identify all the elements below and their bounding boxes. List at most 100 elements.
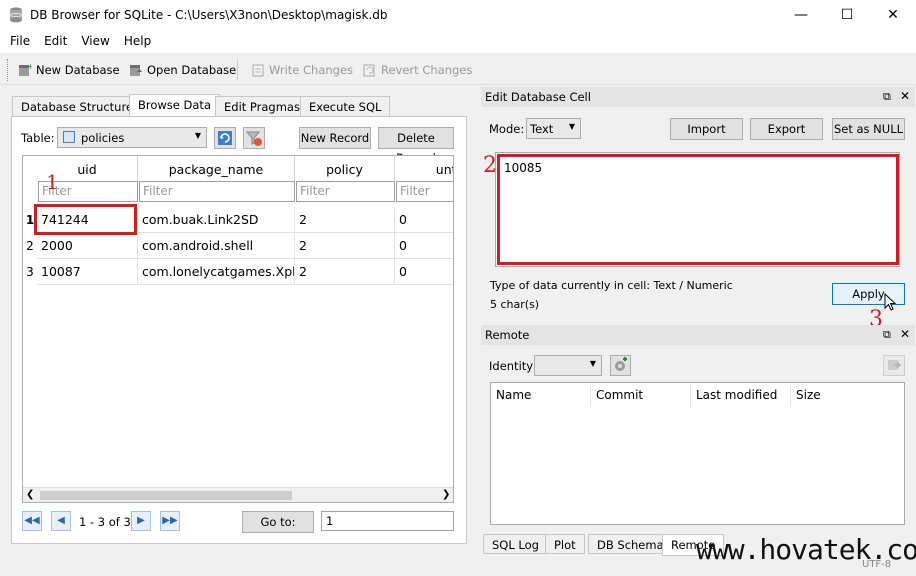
highlight-box-cell xyxy=(34,204,137,235)
import-button[interactable]: Import xyxy=(670,118,743,140)
highlight-box-editor xyxy=(497,154,899,265)
cell-package-name[interactable]: com.buak.Link2SD xyxy=(138,207,295,233)
menu-help[interactable]: Help xyxy=(117,31,158,51)
menu-view[interactable]: View xyxy=(74,31,116,51)
table-select-value: policies xyxy=(81,131,125,145)
cell-policy[interactable]: 2 xyxy=(295,233,395,259)
filter-package-name[interactable]: Filter xyxy=(139,181,295,202)
mode-select-value: Text xyxy=(530,122,554,136)
tab-sql-log[interactable]: SQL Log xyxy=(483,534,548,554)
mode-select[interactable]: Text ▼ xyxy=(526,118,581,139)
horizontal-scrollbar[interactable]: ❮ ❯ xyxy=(23,487,453,502)
delete-record-button[interactable]: Delete Record xyxy=(378,127,454,165)
maximize-button[interactable]: ☐ xyxy=(824,0,870,31)
tab-browse-data[interactable]: Browse Data xyxy=(129,94,220,117)
menu-bar: File Edit View Help xyxy=(0,31,916,53)
tab-edit-pragmas[interactable]: Edit Pragmas xyxy=(215,96,309,116)
size-info: 5 char(s) xyxy=(490,298,540,311)
cursor-icon xyxy=(884,292,898,313)
set-as-null-button[interactable]: Set as NULL xyxy=(832,118,905,140)
export-button[interactable]: Export xyxy=(750,118,823,140)
minimize-button[interactable]: — xyxy=(778,0,824,31)
close-icon[interactable]: ✕ xyxy=(900,327,910,341)
cell-until[interactable]: 0 xyxy=(395,259,453,285)
table-label: Table: xyxy=(21,131,55,145)
row-number[interactable]: 3 xyxy=(23,259,37,285)
close-icon[interactable]: ✕ xyxy=(900,89,910,103)
cell-policy[interactable]: 2 xyxy=(295,259,395,285)
scrollbar-thumb[interactable] xyxy=(40,491,292,500)
write-changes-button[interactable]: Write Changes xyxy=(269,59,353,81)
cell-editor-value: 10085 xyxy=(504,161,543,175)
identity-label: Identity xyxy=(489,359,534,373)
remote-column-last-modified[interactable]: Last modified xyxy=(696,388,777,402)
filter-until[interactable]: Filter xyxy=(396,181,453,202)
new-database-button[interactable]: New Database xyxy=(36,59,120,81)
menu-file[interactable]: File xyxy=(3,31,37,51)
prev-page-button[interactable]: ◀ xyxy=(51,511,71,531)
new-record-button[interactable]: New Record xyxy=(299,127,371,149)
edit-cell-header: Edit Database Cell xyxy=(481,87,915,107)
identity-settings-icon[interactable] xyxy=(610,355,631,376)
column-header-policy[interactable]: policy xyxy=(295,156,395,181)
refresh-icon[interactable] xyxy=(214,127,236,149)
last-page-button[interactable]: ▶▶ xyxy=(160,511,180,531)
pager-text: 1 - 3 of 3 xyxy=(79,515,131,529)
first-page-button[interactable]: ◀◀ xyxy=(22,511,42,531)
toolbar-separator xyxy=(237,60,238,80)
row-number[interactable]: 2 xyxy=(23,233,37,259)
clone-icon[interactable] xyxy=(883,355,905,376)
clear-filters-icon[interactable] xyxy=(243,127,265,149)
tab-db-schema[interactable]: DB Schema xyxy=(588,534,673,554)
remote-column-divider xyxy=(790,385,791,407)
tab-plot[interactable]: Plot xyxy=(545,534,585,554)
open-database-button[interactable]: Open Database xyxy=(147,59,236,81)
menu-edit[interactable]: Edit xyxy=(37,31,74,51)
type-info: Type of data currently in cell: Text / N… xyxy=(490,279,733,292)
cell-policy[interactable]: 2 xyxy=(295,207,395,233)
window-title: DB Browser for SQLite - C:\Users\X3non\D… xyxy=(30,8,388,22)
float-icon[interactable]: ⧉ xyxy=(883,328,891,342)
cell-package-name[interactable]: com.android.shell xyxy=(138,233,295,259)
watermark: www.hovatek.com xyxy=(696,533,916,566)
mode-label: Mode: xyxy=(489,122,525,136)
open-database-icon xyxy=(129,63,143,77)
remote-column-divider xyxy=(690,385,691,407)
new-database-icon: + xyxy=(18,62,34,77)
remote-column-divider xyxy=(590,385,591,407)
next-page-button[interactable]: ▶ xyxy=(131,511,151,531)
cell-until[interactable]: 0 xyxy=(395,207,453,233)
cell-until[interactable]: 0 xyxy=(395,233,453,259)
identity-select[interactable]: ▼ xyxy=(534,355,602,376)
close-button[interactable]: ✕ xyxy=(870,0,916,31)
table-select[interactable]: policies ▼ xyxy=(57,127,207,148)
remote-list[interactable]: Name Commit Last modified Size xyxy=(490,382,905,525)
remote-title: Remote xyxy=(485,328,530,342)
cell-uid[interactable]: 2000 xyxy=(37,233,138,259)
column-header-until[interactable]: unti xyxy=(395,156,453,181)
table-icon xyxy=(63,131,75,143)
scroll-right-icon[interactable]: ❯ xyxy=(442,489,450,500)
cell-uid[interactable]: 10087 xyxy=(37,259,138,285)
column-header-package-name[interactable]: package_name xyxy=(138,156,295,181)
revert-changes-button[interactable]: Revert Changes xyxy=(381,59,472,81)
chevron-down-icon: ▼ xyxy=(589,359,596,368)
edit-cell-title: Edit Database Cell xyxy=(485,90,591,104)
remote-header: Remote xyxy=(481,325,915,345)
float-icon[interactable]: ⧉ xyxy=(883,90,891,104)
chevron-down-icon: ▼ xyxy=(194,131,201,140)
write-changes-icon xyxy=(251,63,265,77)
goto-input[interactable]: 1 xyxy=(321,511,454,531)
goto-button[interactable]: Go to: xyxy=(242,511,314,533)
remote-column-name[interactable]: Name xyxy=(496,388,531,402)
chevron-down-icon: ▼ xyxy=(568,122,575,131)
remote-column-size[interactable]: Size xyxy=(796,388,821,402)
tab-database-structure[interactable]: Database Structure xyxy=(12,96,143,116)
revert-changes-icon xyxy=(362,63,376,77)
remote-column-commit[interactable]: Commit xyxy=(596,388,643,402)
tab-execute-sql[interactable]: Execute SQL xyxy=(300,96,391,116)
filter-policy[interactable]: Filter xyxy=(296,181,395,202)
scroll-left-icon[interactable]: ❮ xyxy=(26,489,34,500)
cell-package-name[interactable]: com.lonelycatgames.Xpl... xyxy=(138,259,295,285)
annotation-two: 2 xyxy=(483,153,497,178)
